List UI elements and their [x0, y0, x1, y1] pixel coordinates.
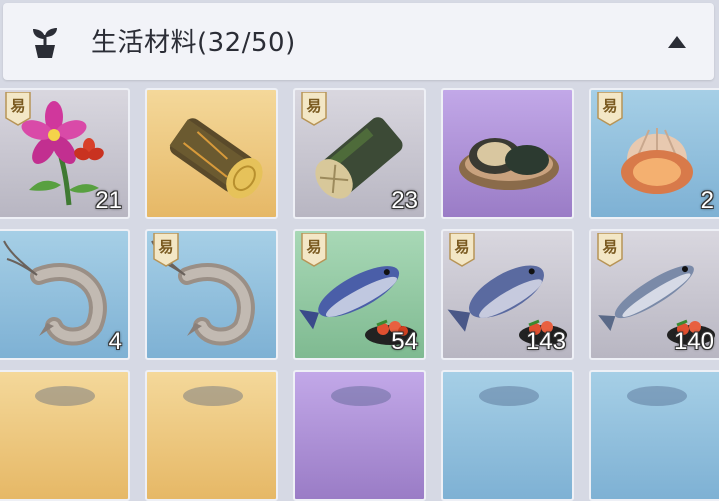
item-quantity: 143 [525, 328, 566, 355]
item-slot-partial-item[interactable] [589, 370, 719, 501]
golden-log-icon [169, 118, 263, 199]
item-slot-scallop[interactable]: 易2 [589, 88, 719, 219]
partial-item-icon [35, 386, 95, 406]
item-quantity: 4 [108, 328, 122, 355]
item-quantity: 54 [391, 328, 418, 355]
item-quantity: 140 [673, 328, 714, 355]
tradable-badge-label: 易 [602, 238, 618, 256]
tradable-badge-label: 易 [602, 97, 618, 115]
item-slot-partial-item[interactable] [441, 370, 574, 501]
item-slot-shrimp[interactable]: 4 [0, 229, 130, 360]
item-slot-mossy-log[interactable]: 易 23 [293, 88, 426, 219]
item-slot-abalone[interactable] [441, 88, 574, 219]
item-slot-shrimp[interactable]: 易 [145, 229, 278, 360]
tradable-badge: 易 [301, 232, 327, 267]
item-slot-flower[interactable]: 易 21 [0, 88, 130, 219]
partial-item-icon [183, 386, 243, 406]
item-slot-salmon[interactable]: 易 54 [293, 229, 426, 360]
tradable-badge-label: 易 [10, 97, 26, 115]
item-slot-partial-item[interactable] [293, 370, 426, 501]
tradable-badge: 易 [5, 91, 31, 126]
partial-item-icon [331, 386, 391, 406]
item-quantity: 2 [700, 187, 714, 214]
item-slot-sea-bream[interactable]: 易 143 [441, 229, 574, 360]
item-quantity: 21 [95, 187, 122, 214]
item-slot-sardine[interactable]: 易 140 [589, 229, 719, 360]
tradable-badge: 易 [597, 91, 623, 126]
partial-item-icon [479, 386, 539, 406]
item-quantity: 23 [391, 187, 418, 214]
item-slot-golden-log[interactable] [145, 88, 278, 219]
tradable-badge-label: 易 [306, 238, 322, 256]
sprout-pot-icon [33, 28, 57, 58]
tradable-badge-label: 易 [454, 238, 470, 256]
abalone-icon [459, 138, 559, 190]
category-title: 生活材料(32/50) [91, 28, 296, 58]
tradable-badge: 易 [301, 91, 327, 126]
item-slot-partial-item[interactable] [145, 370, 278, 501]
tradable-badge: 易 [597, 232, 623, 267]
tradable-badge-label: 易 [306, 97, 322, 115]
item-slot-partial-item[interactable] [0, 370, 130, 501]
tradable-badge: 易 [449, 232, 475, 267]
tradable-badge-label: 易 [158, 238, 174, 256]
collapse-up-icon[interactable] [666, 33, 688, 51]
partial-item-icon [627, 386, 687, 406]
tradable-badge: 易 [153, 232, 179, 267]
category-header[interactable]: 生活材料(32/50) [3, 3, 714, 80]
